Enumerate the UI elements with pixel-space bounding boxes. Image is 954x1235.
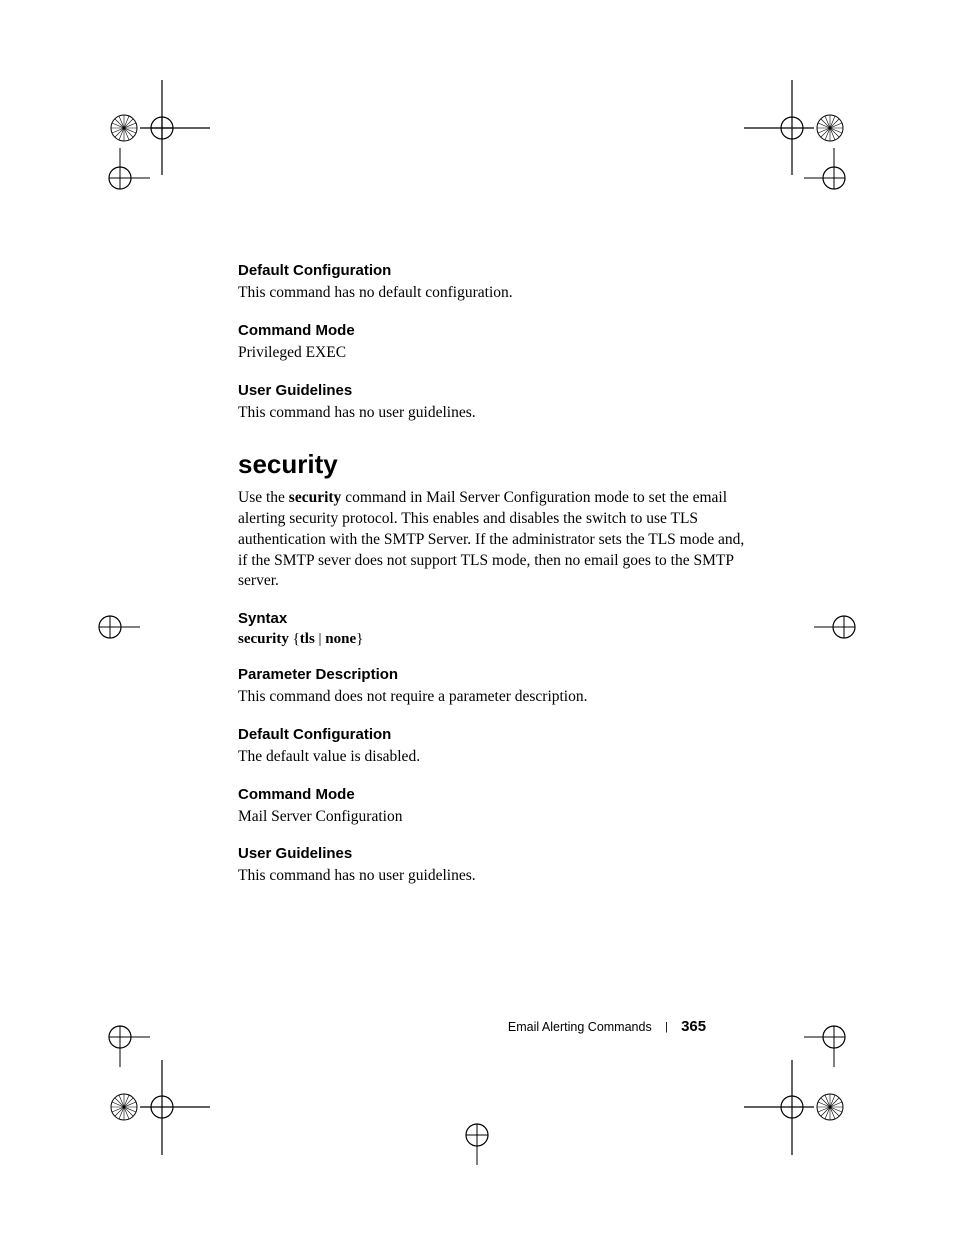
text-default-configuration-2: The default value is disabled. <box>238 747 748 768</box>
crop-mark-right-mid <box>814 597 874 657</box>
syntax-brace-open: { <box>289 631 300 647</box>
text-command-m iment: Mail Server Configuration <box>238 807 748 828</box>
syntax-brace-close: } <box>356 631 363 647</box>
footer-separator: | <box>665 1021 668 1033</box>
crop-mark-bottom-center <box>447 1105 507 1165</box>
text-default-configuration: This command has no default configuratio… <box>238 283 748 304</box>
text-command-mode: Privileged EXEC <box>238 343 748 364</box>
crop-mark-left-upper <box>90 148 150 208</box>
heading-user-guidelines: User Guidelines <box>238 382 748 399</box>
syntax-line: security {tls | none} <box>238 631 748 648</box>
crop-mark-left-mid <box>80 597 140 657</box>
intro-bold: security <box>289 489 342 506</box>
heading-command-mode: Command Mode <box>238 322 748 339</box>
section-title-security: security <box>238 449 748 480</box>
heading-syntax: Syntax <box>238 610 748 627</box>
syntax-none: none <box>325 631 356 647</box>
syntax-pipe: | <box>315 631 326 647</box>
footer-page-number: 365 <box>681 1018 706 1035</box>
syntax-tls: tls <box>300 631 315 647</box>
syntax-cmd: security <box>238 631 289 647</box>
heading-default-configuration-2: Default Configuration <box>238 726 748 743</box>
text-user-guidelines: This command has no user guidelines. <box>238 403 748 424</box>
heading-user-guidelines-2: User Guidelines <box>238 845 748 862</box>
heading-default-configuration: Default Configuration <box>238 262 748 279</box>
crop-mark-right-lower <box>804 1007 864 1067</box>
heading-parameter-description: Parameter Description <box>238 666 748 683</box>
text-security-intro: Use the security command in Mail Server … <box>238 488 748 592</box>
text-parameter-description: This command does not require a paramete… <box>238 687 748 708</box>
heading-command-mode-2: Command Mode <box>238 786 748 803</box>
intro-pre: Use the <box>238 489 289 506</box>
text-user-guidelines-2: This command has no user guidelines. <box>238 866 748 887</box>
page-content: Default Configuration This command has n… <box>238 262 748 887</box>
footer-chapter-label: Email Alerting Commands <box>508 1020 652 1034</box>
crop-mark-right-upper <box>804 148 864 208</box>
page-footer: Email Alerting Commands | 365 <box>0 1018 954 1035</box>
crop-mark-left-lower <box>90 1007 150 1067</box>
